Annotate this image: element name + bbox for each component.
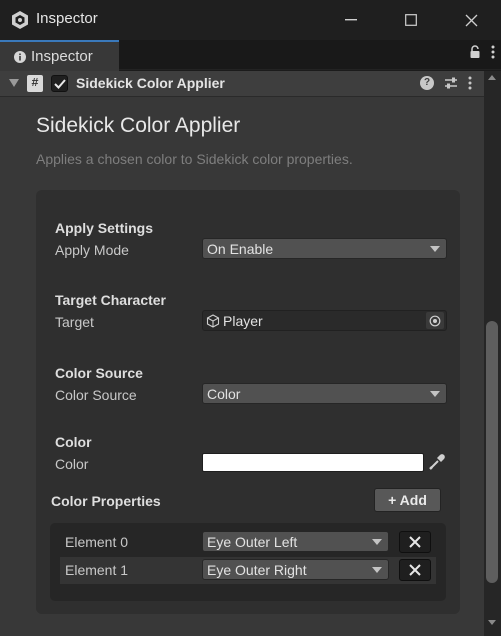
chevron-down-icon — [430, 391, 440, 397]
apply-mode-value: On Enable — [207, 240, 274, 257]
component-enabled-checkbox[interactable] — [51, 75, 68, 92]
script-icon: # — [27, 75, 43, 92]
component-title: Sidekick Color Applier — [76, 75, 225, 91]
list-item[interactable]: Element 1 Eye Outer Right — [60, 557, 436, 584]
eyedropper-icon[interactable] — [428, 453, 446, 471]
scroll-down-arrow-icon[interactable] — [488, 620, 496, 625]
close-icon — [465, 14, 477, 26]
element-value: Eye Outer Right — [207, 561, 307, 578]
section-title-apply-settings: Apply Settings — [55, 220, 154, 236]
color-swatch-field[interactable] — [202, 453, 424, 472]
unity-logo-icon — [10, 10, 30, 30]
color-source-dropdown[interactable]: Color — [202, 383, 447, 404]
more-vertical-icon[interactable] — [468, 76, 472, 90]
minimize-button[interactable] — [336, 6, 366, 34]
close-icon — [409, 536, 421, 548]
element-label: Element 0 — [65, 534, 129, 550]
close-icon — [409, 564, 421, 576]
element-value: Eye Outer Left — [207, 533, 298, 550]
remove-element-button[interactable] — [399, 531, 431, 553]
vertical-scrollbar[interactable] — [484, 71, 501, 636]
target-picker-icon — [429, 315, 441, 326]
chevron-down-icon — [372, 539, 382, 545]
element-property-dropdown[interactable]: Eye Outer Right — [202, 559, 389, 580]
preset-icon[interactable] — [444, 76, 458, 90]
section-title-color: Color — [55, 434, 92, 450]
maximize-icon — [405, 14, 417, 26]
scroll-up-arrow-icon[interactable] — [488, 75, 496, 80]
remove-element-button[interactable] — [399, 559, 431, 581]
info-icon — [14, 50, 26, 63]
tab-inspector[interactable]: Inspector — [0, 40, 119, 71]
lock-icon[interactable] — [469, 45, 481, 59]
editor-title: Sidekick Color Applier — [36, 114, 241, 137]
tab-tools — [469, 45, 495, 59]
settings-panel: Apply Settings Apply Mode On Enable Targ… — [36, 190, 460, 614]
tab-label: Inspector — [31, 48, 93, 65]
section-title-target-character: Target Character — [55, 292, 167, 308]
foldout-arrow-icon[interactable] — [9, 79, 19, 88]
tab-bar: Inspector — [0, 40, 501, 71]
scrollbar-thumb[interactable] — [486, 321, 498, 583]
more-vertical-icon[interactable] — [491, 45, 495, 59]
color-properties-title: Color Properties — [51, 493, 161, 509]
apply-mode-dropdown[interactable]: On Enable — [202, 238, 447, 259]
inspector-content: # Sidekick Color Applier ? Sidekick Colo… — [0, 71, 484, 636]
chevron-down-icon — [372, 567, 382, 573]
chevron-down-icon — [430, 246, 440, 252]
minimize-icon — [345, 19, 357, 21]
help-icon[interactable]: ? — [420, 76, 434, 90]
maximize-button[interactable] — [396, 6, 426, 34]
list-item[interactable]: Element 0 Eye Outer Left — [50, 529, 446, 556]
add-element-button[interactable]: + Add — [374, 488, 441, 512]
checkmark-icon — [53, 78, 66, 89]
component-header-icons: ? — [420, 76, 472, 90]
component-header[interactable]: # Sidekick Color Applier ? — [0, 71, 484, 97]
color-properties-list: Element 0 Eye Outer Left Element 1 Eye O… — [50, 523, 446, 601]
color-label: Color — [55, 456, 89, 472]
target-object-field[interactable]: Player — [202, 310, 447, 331]
object-picker-button[interactable] — [426, 312, 444, 329]
window-titlebar: Inspector — [0, 0, 501, 40]
target-value: Player — [223, 312, 263, 329]
target-label: Target — [55, 314, 94, 330]
window-title: Inspector — [36, 10, 98, 27]
close-button[interactable] — [456, 6, 486, 34]
apply-mode-label: Apply Mode — [55, 242, 129, 258]
element-property-dropdown[interactable]: Eye Outer Left — [202, 531, 389, 552]
section-title-color-source: Color Source — [55, 365, 143, 381]
gameobject-icon — [206, 313, 220, 328]
color-source-value: Color — [207, 385, 241, 402]
editor-description: Applies a chosen color to Sidekick color… — [36, 151, 353, 167]
element-label: Element 1 — [65, 562, 129, 578]
color-source-label: Color Source — [55, 387, 137, 403]
